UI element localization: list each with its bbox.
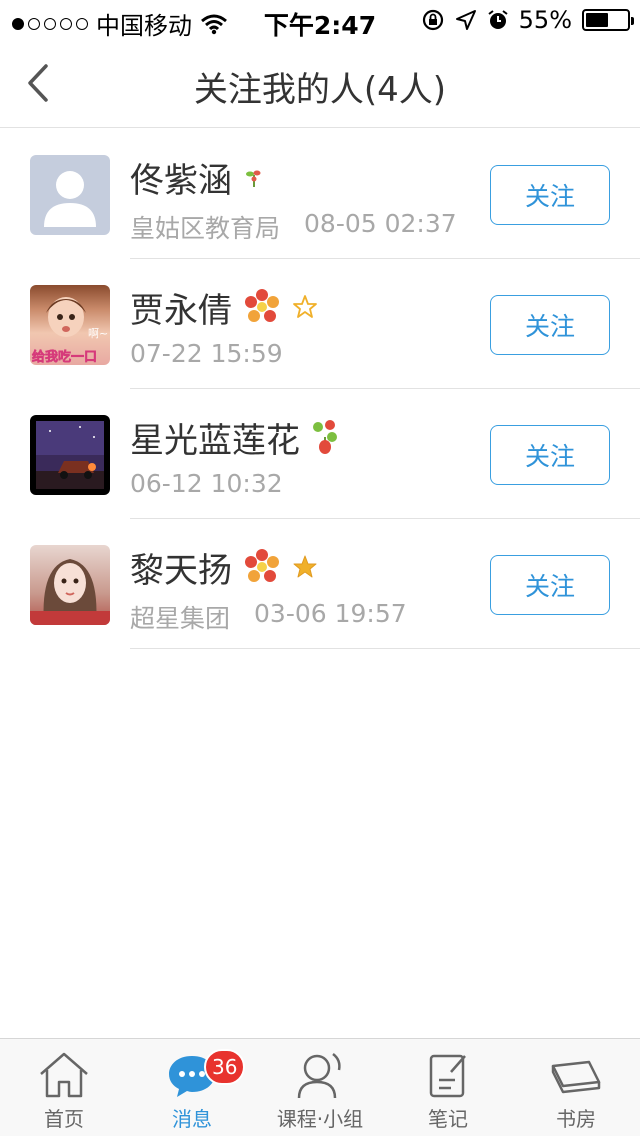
nav-bar: 关注我的人(4人) [0,40,640,128]
avatar[interactable] [30,415,110,495]
tab-label: 课程·小组 [276,1107,364,1131]
follow-date: 03-06 19:57 [254,599,407,628]
list-item[interactable]: 黎天扬 超星集团 03-06 19:57 关注 [0,519,640,649]
tab-label: 书房 [556,1107,596,1131]
follow-date: 06-12 10:32 [130,469,283,498]
list-item[interactable]: 佟紫涵 皇姑区教育局 08-05 02:37 关注 [0,129,640,259]
follower-org: 超星集团 [130,604,231,633]
tab-label: 笔记 [428,1107,468,1131]
avatar[interactable]: 给我吃一口 啊~ [30,285,110,365]
battery-percent: 55% [518,6,572,34]
location-arrow-icon [455,10,476,30]
follow-date: 07-22 15:59 [130,339,283,368]
rotation-lock-icon [422,9,443,31]
default-avatar-icon [44,171,96,227]
page-title: 关注我的人(4人) [193,70,447,110]
avatar[interactable] [30,155,110,235]
follower-name[interactable]: 佟紫涵 [130,153,232,202]
tab-messages[interactable]: 36 消息 [128,1039,256,1136]
follower-name[interactable]: 黎天扬 [130,543,232,592]
follow-button[interactable]: 关注 [490,555,610,615]
avatar-photo [30,559,110,625]
flower-level-icon [245,549,279,582]
avatar-photo [36,421,104,489]
tab-label: 消息 [172,1107,212,1131]
follow-button[interactable]: 关注 [490,295,610,355]
follower-name[interactable]: 贾永倩 [130,283,232,332]
avatar-caption: 给我吃一口 [32,349,97,365]
unread-badge: 36 [204,1049,246,1085]
follow-button[interactable]: 关注 [490,165,610,225]
alarm-icon [488,10,508,29]
person-icon [297,1053,341,1099]
follower-name[interactable]: 星光蓝莲花 [130,413,300,462]
status-right: 55% [421,6,634,34]
avatar-side-text: 啊~ [88,327,108,340]
list-item[interactable]: 星光蓝莲花 06-12 10:32 关注 [0,389,640,519]
tab-library[interactable]: 书房 [512,1039,640,1136]
star-outline-icon [293,295,317,318]
follow-button[interactable]: 关注 [490,425,610,485]
follow-date: 08-05 02:37 [304,209,457,238]
tab-home[interactable]: 首页 [0,1039,128,1136]
tab-bar: 首页 36 消息 课程·小组 笔记 书房 [0,1038,640,1136]
follower-org: 皇姑区教育局 [130,214,281,243]
star-filled-icon [293,555,317,578]
note-icon [429,1054,466,1098]
sprout-level-icon [246,170,261,187]
battery-icon [582,9,634,31]
followers-list: 佟紫涵 皇姑区教育局 08-05 02:37 关注 给我吃一口 啊~ 贾永倩 0… [0,129,640,649]
tab-label: 首页 [44,1107,84,1131]
book-icon [551,1060,601,1094]
status-bar: 中国移动 下午2:47 55% [0,0,640,40]
flower-level-icon [245,289,279,322]
bud-level-icon [313,420,337,454]
home-icon [40,1052,88,1098]
tab-courses-groups[interactable]: 课程·小组 [256,1039,384,1136]
avatar[interactable] [30,545,110,625]
list-item[interactable]: 给我吃一口 啊~ 贾永倩 07-22 15:59 关注 [0,259,640,389]
tab-notes[interactable]: 笔记 [384,1039,512,1136]
avatar-photo: 给我吃一口 啊~ [32,297,108,365]
